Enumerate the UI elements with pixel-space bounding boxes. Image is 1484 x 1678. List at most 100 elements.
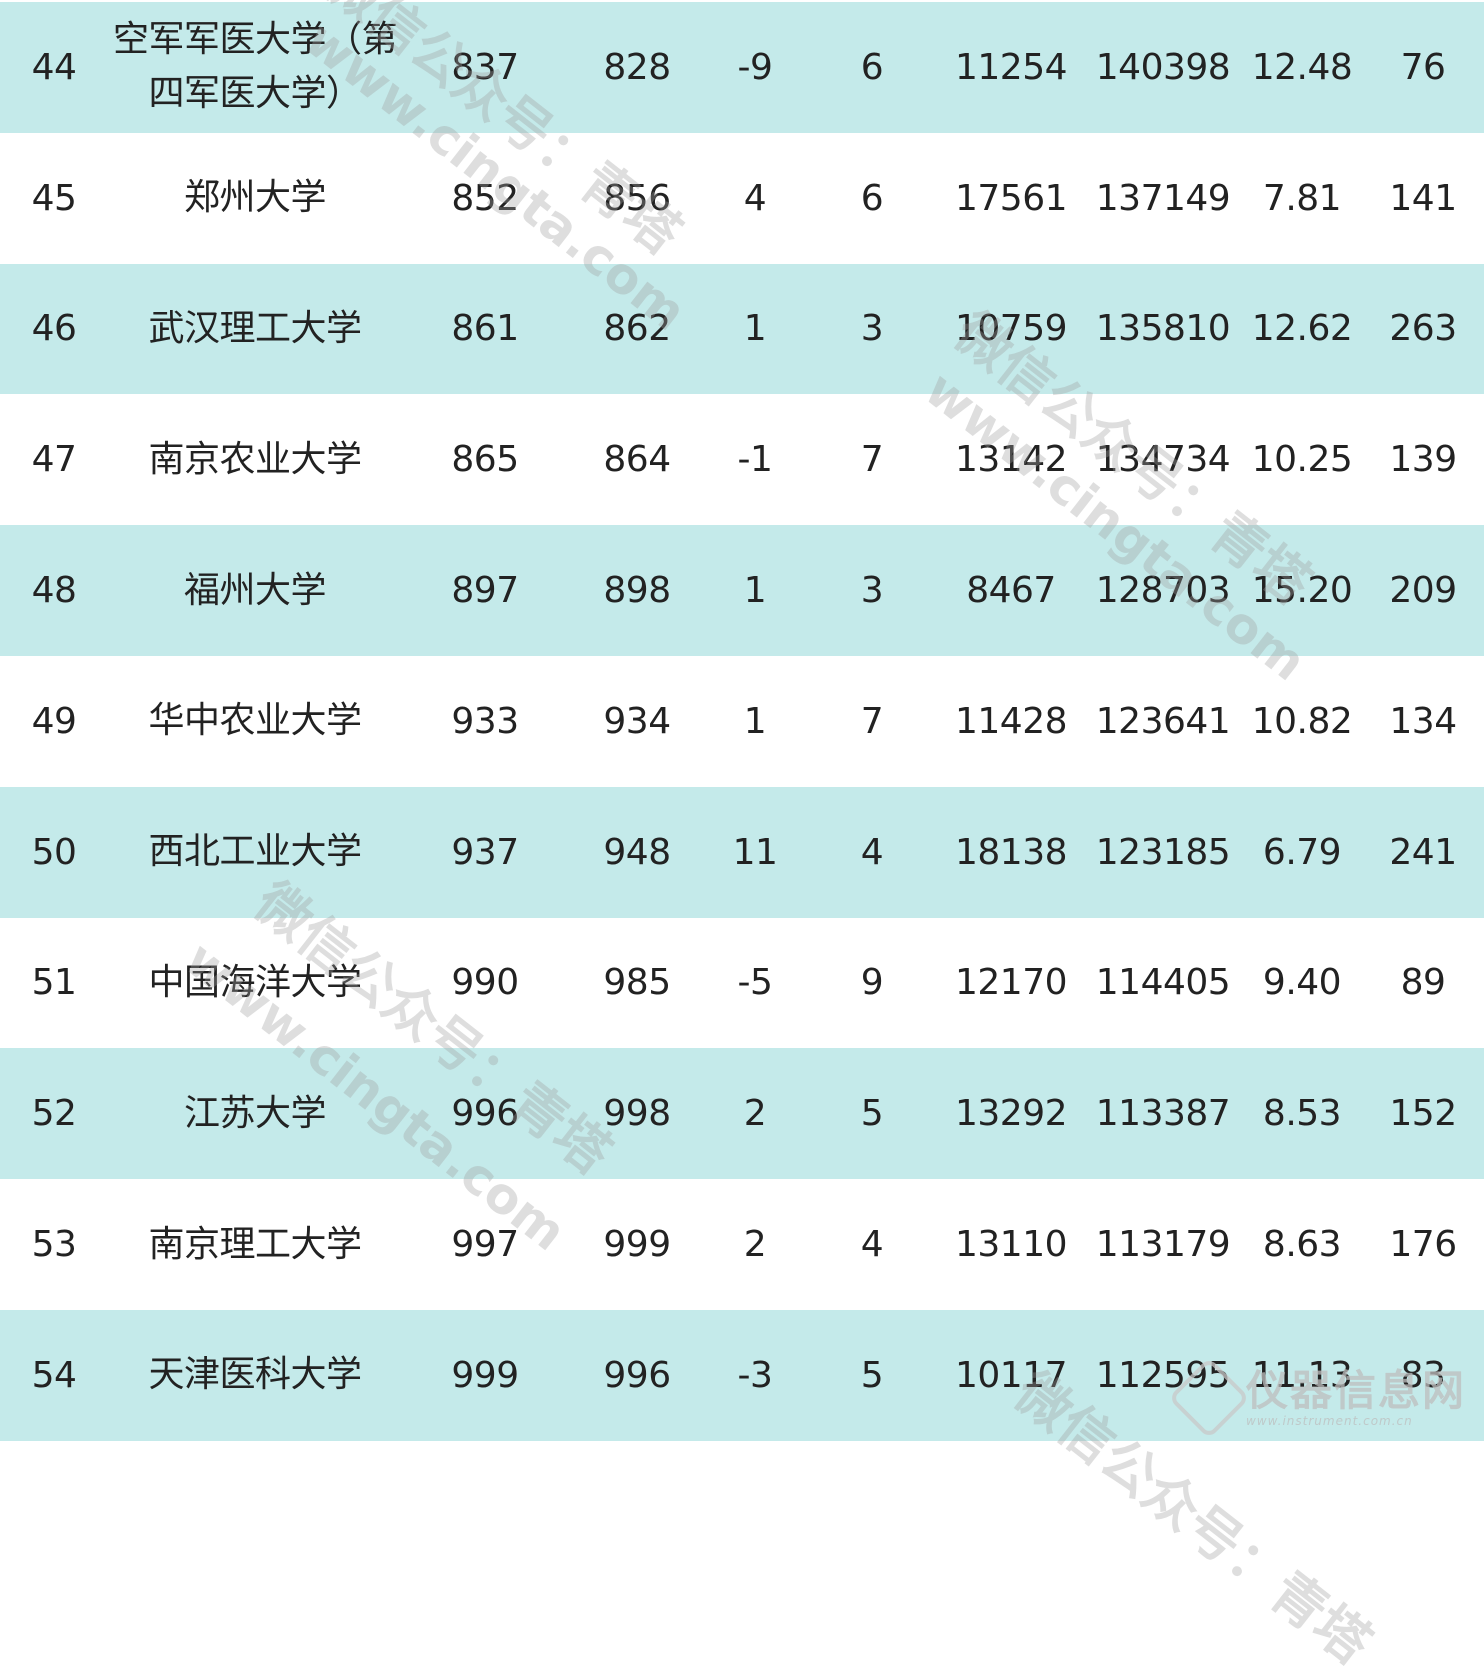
value-cell: 865 [451, 439, 519, 481]
value-cell: 128703 [1095, 570, 1231, 612]
value-cell: 898 [603, 570, 671, 612]
value-cell: 4 [860, 831, 884, 873]
value-cell: 76 [1400, 46, 1446, 88]
value-cell: 990 [451, 962, 519, 1004]
value-cell: 999 [451, 1354, 519, 1396]
value-cell: 13292 [954, 1093, 1068, 1135]
value-cell: 934 [603, 700, 671, 742]
value-cell: 10759 [954, 308, 1068, 350]
ratio-cell: 8.63 [1262, 1224, 1342, 1266]
value-cell: 985 [603, 962, 671, 1004]
value-cell: 3 [860, 308, 884, 350]
rank-cell: 53 [31, 1224, 77, 1266]
value-cell: 999 [603, 1224, 671, 1266]
change-cell: -5 [737, 962, 773, 1004]
value-cell: 856 [603, 177, 671, 219]
value-cell: 996 [451, 1093, 519, 1135]
value-cell: 948 [603, 831, 671, 873]
value-cell: 13110 [954, 1224, 1068, 1266]
change-cell: 1 [743, 570, 767, 612]
value-cell: 897 [451, 570, 519, 612]
value-cell: 7 [860, 439, 884, 481]
table-row: 44 空军军医大学（第四军医大学） 837 828 -9 6 11254 140… [0, 2, 1484, 133]
logo-url: www.instrument.com.cn [1245, 1414, 1413, 1428]
value-cell: 4 [860, 1224, 884, 1266]
ratio-cell: 9.40 [1262, 962, 1342, 1004]
value-cell: 137149 [1095, 177, 1231, 219]
value-cell: 862 [603, 308, 671, 350]
value-cell: 123185 [1095, 831, 1231, 873]
value-cell: 998 [603, 1093, 671, 1135]
value-cell: 11254 [954, 46, 1068, 88]
table-row: 46 武汉理工大学 861 862 1 3 10759 135810 12.62… [0, 263, 1484, 395]
table-row: 51 中国海洋大学 990 985 -5 9 12170 114405 9.40… [0, 918, 1484, 1049]
value-cell: 5 [860, 1354, 884, 1396]
ranking-table: 44 空军军医大学（第四军医大学） 837 828 -9 6 11254 140… [0, 2, 1484, 1441]
value-cell: 17561 [954, 177, 1068, 219]
rank-cell: 45 [31, 177, 77, 219]
rank-cell: 51 [31, 962, 77, 1004]
value-cell: 6 [860, 46, 884, 88]
change-cell: -1 [737, 439, 773, 481]
value-cell: 141 [1389, 177, 1457, 219]
university-name-cell: 郑州大学 [183, 177, 327, 219]
value-cell: 828 [603, 46, 671, 88]
table-row: 45 郑州大学 852 856 4 6 17561 137149 7.81 14… [0, 133, 1484, 264]
ratio-cell: 6.79 [1262, 831, 1342, 873]
university-name-cell: 江苏大学 [183, 1092, 327, 1134]
logo-text: 仪器信息网 www.instrument.com.cn [1245, 1368, 1466, 1429]
value-cell: 123641 [1095, 700, 1231, 742]
value-cell: 864 [603, 439, 671, 481]
value-cell: 113179 [1095, 1224, 1231, 1266]
value-cell: 18138 [954, 831, 1068, 873]
rank-cell: 48 [31, 570, 77, 612]
value-cell: 837 [451, 46, 519, 88]
value-cell: 113387 [1095, 1093, 1231, 1135]
university-name-cell: 空军军医大学（第四军医大学） [112, 19, 398, 115]
change-cell: -9 [737, 46, 773, 88]
value-cell: 134 [1389, 700, 1457, 742]
table-row: 48 福州大学 897 898 1 3 8467 128703 15.20 20… [0, 525, 1484, 656]
ratio-cell: 8.53 [1262, 1093, 1342, 1135]
ratio-cell: 12.48 [1251, 46, 1353, 88]
table-row: 50 西北工业大学 937 948 11 4 18138 123185 6.79… [0, 786, 1484, 918]
value-cell: 135810 [1095, 308, 1231, 350]
value-cell: 12170 [954, 962, 1068, 1004]
ratio-cell: 15.20 [1251, 570, 1353, 612]
rank-cell: 52 [31, 1093, 77, 1135]
change-cell: 11 [732, 831, 778, 873]
value-cell: 241 [1389, 831, 1457, 873]
university-name-cell: 福州大学 [183, 569, 327, 611]
rank-cell: 47 [31, 439, 77, 481]
value-cell: 937 [451, 831, 519, 873]
value-cell: 3 [860, 570, 884, 612]
university-name-cell: 天津医科大学 [148, 1354, 362, 1396]
value-cell: 8467 [966, 570, 1056, 612]
table-row: 53 南京理工大学 997 999 2 4 13110 113179 8.63 … [0, 1179, 1484, 1310]
value-cell: 6 [860, 177, 884, 219]
value-cell: 11428 [954, 700, 1068, 742]
value-cell: 9 [860, 962, 884, 1004]
logo-icon [1167, 1356, 1250, 1440]
rank-cell: 44 [31, 46, 77, 88]
table-row: 47 南京农业大学 865 864 -1 7 13142 134734 10.2… [0, 394, 1484, 525]
value-cell: 263 [1389, 308, 1457, 350]
table-row: 49 华中农业大学 933 934 1 7 11428 123641 10.82… [0, 656, 1484, 787]
value-cell: 996 [603, 1354, 671, 1396]
value-cell: 152 [1389, 1093, 1457, 1135]
value-cell: 10117 [954, 1354, 1068, 1396]
rank-cell: 54 [31, 1354, 77, 1396]
change-cell: 2 [743, 1093, 767, 1135]
value-cell: 13142 [954, 439, 1068, 481]
university-name-cell: 武汉理工大学 [148, 307, 362, 349]
value-cell: 933 [451, 700, 519, 742]
value-cell: 139 [1389, 439, 1457, 481]
ratio-cell: 10.82 [1251, 700, 1353, 742]
value-cell: 89 [1400, 962, 1446, 1004]
ratio-cell: 12.62 [1251, 308, 1353, 350]
rank-cell: 49 [31, 700, 77, 742]
value-cell: 114405 [1095, 962, 1231, 1004]
university-name-cell: 中国海洋大学 [148, 961, 362, 1003]
university-name-cell: 华中农业大学 [148, 700, 362, 742]
ratio-cell: 10.25 [1251, 439, 1353, 481]
